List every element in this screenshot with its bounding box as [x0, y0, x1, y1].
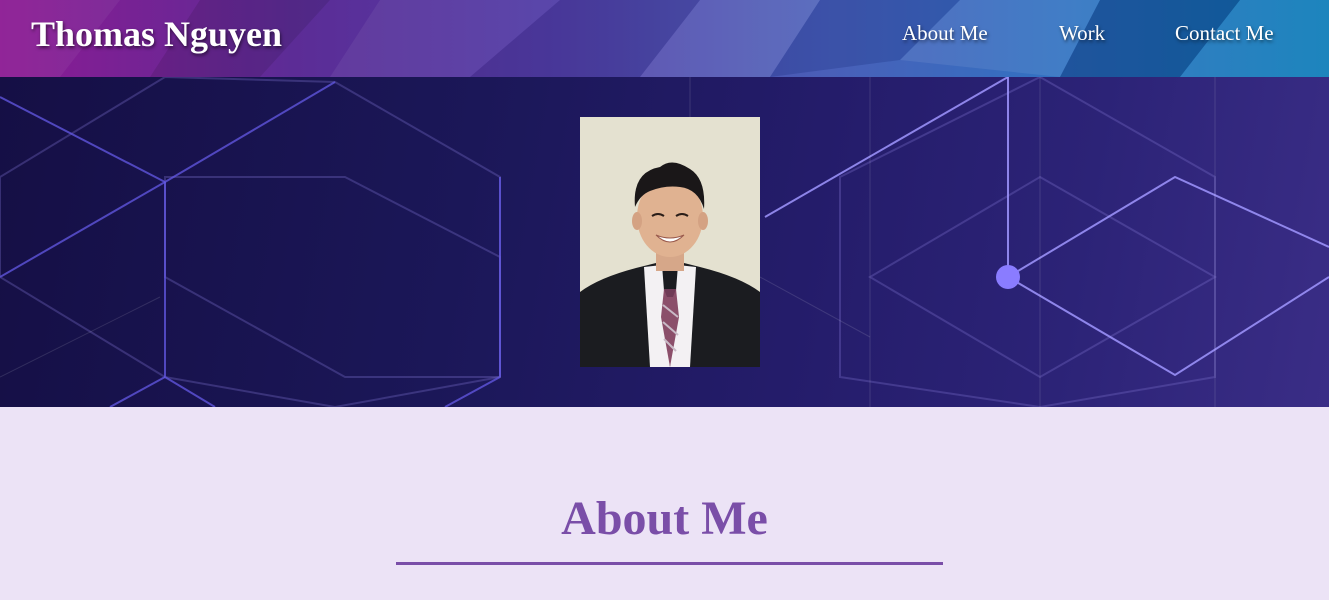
about-section: About Me [0, 407, 1329, 600]
nav-link-work[interactable]: Work [1059, 21, 1105, 46]
nav-link-contact-me[interactable]: Contact Me [1175, 21, 1274, 46]
about-heading-underline [396, 562, 943, 565]
hero-banner [0, 77, 1329, 407]
network-node-dot [996, 265, 1020, 289]
about-heading: About Me [561, 492, 768, 545]
main-nav: About Me Work Contact Me [0, 21, 1329, 51]
profile-photo [580, 117, 760, 367]
site-header: Thomas Nguyen About Me Work Contact Me [0, 0, 1329, 77]
nav-link-about-me[interactable]: About Me [902, 21, 988, 46]
portrait-illustration [580, 117, 760, 367]
